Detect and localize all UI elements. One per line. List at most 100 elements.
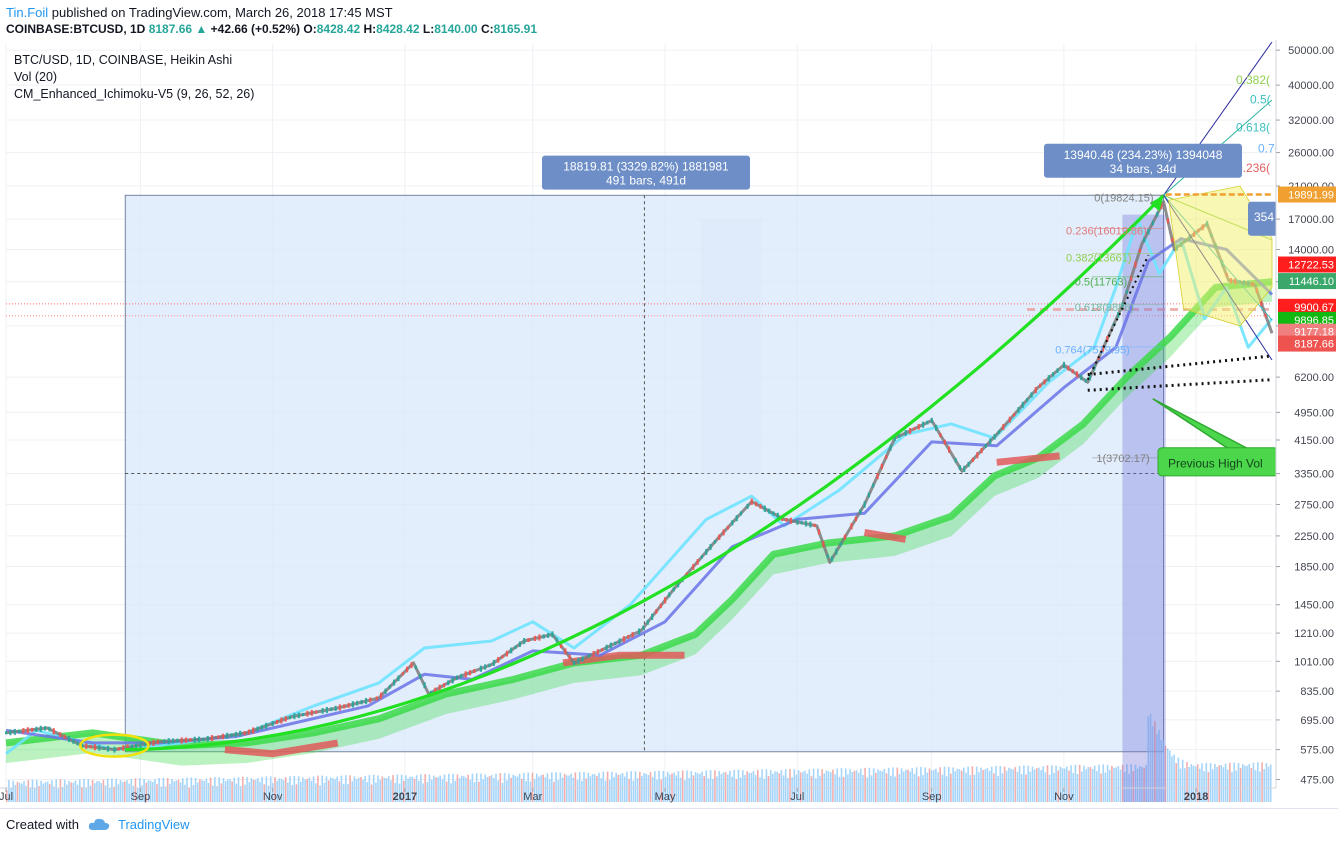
volume-bar <box>79 779 81 802</box>
heikin-ashi-candle <box>369 697 372 703</box>
volume-bar <box>1248 764 1250 802</box>
volume-bar <box>641 775 643 802</box>
heikin-ashi-candle <box>538 634 541 641</box>
heikin-ashi-candle <box>464 671 467 678</box>
callout-text: Previous High Vol <box>1168 457 1263 471</box>
up-arrow-icon: ▲ <box>195 22 208 36</box>
heikin-ashi-candle <box>850 523 853 530</box>
volume-bar <box>1259 771 1261 802</box>
volume-bar <box>894 776 896 802</box>
tradingview-link[interactable]: TradingView <box>118 817 190 832</box>
volume-bar <box>1209 763 1212 802</box>
volume-bar <box>473 782 476 802</box>
volume-bar <box>870 775 873 802</box>
volume-bar <box>739 777 742 802</box>
volume-bar <box>1029 771 1032 802</box>
heikin-ashi-candle <box>52 728 55 735</box>
volume-bar <box>66 784 68 802</box>
volume-bar <box>48 784 51 802</box>
volume-bar <box>109 787 111 802</box>
open-label: O: <box>303 22 317 36</box>
volume-bar <box>965 772 967 802</box>
heikin-ashi-candle <box>351 701 354 708</box>
x-tick-label: Sep <box>131 791 151 803</box>
volume-bar <box>804 770 806 802</box>
volume-bar <box>370 784 373 802</box>
legend-volume[interactable]: Vol (20) <box>14 69 254 86</box>
heikin-ashi-candle <box>1125 289 1128 294</box>
symbol-label: COINBASE:BTCUSD, 1D <box>6 22 146 36</box>
heikin-ashi-candle <box>642 625 645 630</box>
volume-bar <box>340 775 343 802</box>
fib-label: 1(3702.17) <box>1096 453 1149 465</box>
heikin-ashi-candle <box>98 744 101 751</box>
heikin-ashi-candle <box>423 682 426 689</box>
price-label-text: 11446.10 <box>1289 276 1334 288</box>
author-link[interactable]: Tin.Foil <box>6 5 48 20</box>
volume-bar <box>636 778 639 802</box>
volume-bar <box>999 766 1002 802</box>
volume-bar <box>158 778 160 802</box>
volume-bar <box>106 778 109 802</box>
heikin-ashi-candle <box>605 644 608 651</box>
volume-bar <box>458 778 461 802</box>
volume-bar <box>1257 762 1259 802</box>
heikin-ashi-candle <box>468 670 472 676</box>
volume-bar <box>701 771 703 802</box>
heikin-ashi-candle <box>406 666 409 673</box>
heikin-ashi-candle <box>152 739 155 746</box>
heikin-ashi-candle <box>750 498 753 505</box>
volume-bar <box>561 777 564 802</box>
legend-main-series[interactable]: BTC/USD, 1D, COINBASE, Heikin Ashi <box>14 52 254 69</box>
x-tick-label: Jul <box>790 791 804 803</box>
volume-bar <box>1244 765 1246 802</box>
y-tick-label: 575.00 <box>1300 745 1334 757</box>
volume-bar <box>506 780 508 802</box>
y-tick-label: 1010.00 <box>1294 656 1334 668</box>
volume-bar <box>302 777 304 802</box>
volume-bar <box>634 771 637 802</box>
volume-bar <box>907 769 909 802</box>
volume-bar <box>840 768 843 802</box>
heikin-ashi-candle <box>156 739 159 745</box>
volume-bar <box>1113 767 1115 802</box>
volume-bar <box>383 777 386 802</box>
volume-bar <box>439 775 441 802</box>
volume-bar <box>842 776 845 802</box>
volume-bar <box>752 771 755 802</box>
volume-bar <box>330 777 332 802</box>
heikin-ashi-candle <box>826 554 829 559</box>
heikin-ashi-candle <box>171 738 175 744</box>
price-chart[interactable]: 0(19824.15) 0.236(16019.86) 0.382(13661) 0.… <box>0 40 1338 808</box>
heikin-ashi-candle <box>909 428 912 434</box>
volume-bar <box>1046 765 1049 802</box>
volume-bar <box>988 771 991 802</box>
heikin-ashi-candle <box>176 738 179 743</box>
volume-bar <box>175 780 178 802</box>
heikin-ashi-candle <box>726 525 730 530</box>
y-tick-label: 14000.00 <box>1288 245 1334 257</box>
heikin-ashi-candle <box>243 731 246 736</box>
volume-bar <box>188 787 190 802</box>
heikin-ashi-candle <box>954 458 957 463</box>
volume-bar <box>482 779 484 802</box>
volume-bar <box>317 775 319 802</box>
heikin-ashi-candle <box>455 675 459 681</box>
volume-bar <box>100 783 102 802</box>
heikin-ashi-candle <box>533 635 537 642</box>
x-tick-label: Mar <box>523 791 542 803</box>
price-label: 8187.66 <box>1278 335 1336 352</box>
volume-bar <box>289 776 291 802</box>
volume-bar <box>295 784 298 802</box>
volume-bar <box>437 777 439 802</box>
volume-bar <box>555 772 557 802</box>
volume-bar <box>70 782 72 802</box>
legend-ichimoku[interactable]: CM_Enhanced_Ichimoku-V5 (9, 26, 52, 26) <box>14 86 254 103</box>
volume-bar <box>875 772 877 802</box>
heikin-ashi-candle <box>1026 398 1029 402</box>
heikin-ashi-candle <box>804 520 808 527</box>
heikin-ashi-candle <box>5 731 8 735</box>
volume-bar <box>1224 763 1227 802</box>
volume-bar <box>782 775 785 802</box>
volume-bar <box>18 782 21 802</box>
